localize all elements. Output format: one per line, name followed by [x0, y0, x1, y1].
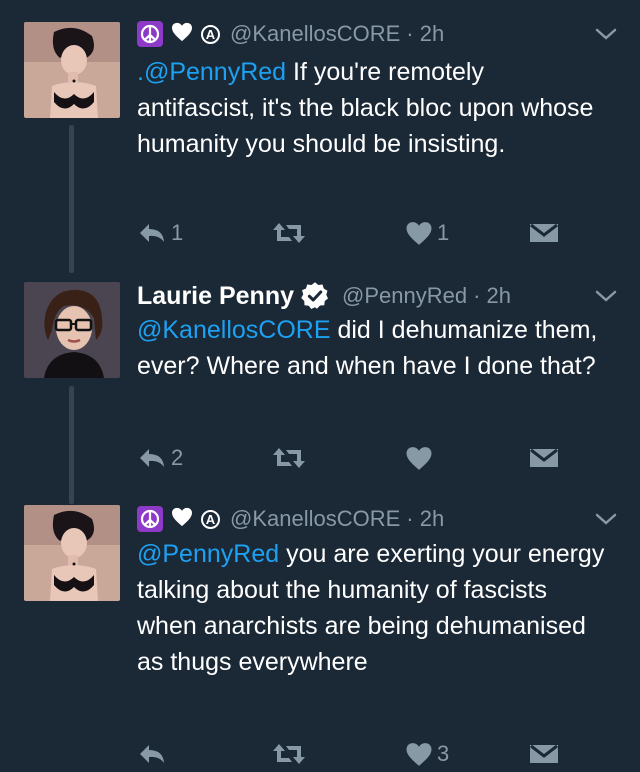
tweet-header: A @KanellosCORE · 2h [137, 502, 444, 536]
anarchy-symbol-icon: A [201, 24, 220, 44]
like-count: 1 [437, 220, 450, 245]
avatar-image [24, 22, 120, 118]
display-name[interactable]: Laurie Penny [137, 282, 294, 311]
tweet-text: .@PennyRed If you're remotely antifascis… [137, 54, 607, 162]
retweet-icon [273, 448, 305, 468]
tweet-time: · 2h [406, 21, 445, 46]
tweet-handle[interactable]: @KanellosCORE [230, 21, 400, 47]
tweet-text: @KanellosCORE did I dehumanize them, eve… [137, 312, 607, 384]
heart-icon [171, 22, 193, 47]
tweet-actions: 2 [137, 440, 587, 476]
tweet-mention[interactable]: .@PennyRed [137, 58, 286, 86]
avatar-image [24, 505, 120, 601]
verified-badge-icon [300, 281, 330, 311]
tweet-text: @PennyRed you are exerting your energy t… [137, 536, 607, 680]
like-icon [406, 446, 432, 470]
tweet-header: A @KanellosCORE · 2h [137, 17, 444, 51]
direct-message-button[interactable] [529, 215, 559, 251]
like-icon [406, 221, 432, 245]
reply-count: 1 [171, 220, 184, 245]
retweet-button[interactable] [272, 736, 310, 772]
avatar-kanelloscore[interactable] [24, 505, 120, 601]
like-button[interactable]: 1 [405, 215, 449, 251]
retweet-button[interactable] [272, 440, 310, 476]
tweet-time: · 2h [473, 283, 511, 308]
chevron-down-icon[interactable] [594, 511, 618, 532]
peace-symbol-icon [137, 506, 163, 532]
direct-message-button[interactable] [529, 736, 559, 772]
tweet-mention[interactable]: @PennyRed [137, 540, 279, 568]
reply-icon [140, 449, 164, 467]
retweet-icon [273, 744, 305, 764]
reply-button[interactable]: 2 [137, 440, 183, 476]
reply-button[interactable] [137, 736, 171, 772]
tweet-handle[interactable]: @KanellosCORE [230, 506, 400, 532]
retweet-button[interactable] [272, 215, 310, 251]
tweet-handle[interactable]: @PennyRed [342, 283, 467, 309]
reply-icon [140, 745, 164, 763]
direct-message-icon [530, 223, 558, 242]
like-count: 3 [437, 741, 450, 766]
reply-icon [140, 224, 164, 242]
direct-message-button[interactable] [529, 440, 559, 476]
tweet-time: · 2h [406, 506, 445, 531]
direct-message-icon [530, 448, 558, 467]
avatar-kanelloscore[interactable] [24, 22, 120, 118]
avatar-pennyred[interactable] [24, 282, 120, 378]
tweet-actions: 1 1 [137, 215, 587, 251]
like-button[interactable]: 3 [405, 736, 449, 772]
tweet-actions: 3 [137, 736, 587, 772]
chevron-down-icon[interactable] [594, 288, 618, 309]
heart-icon [171, 507, 193, 532]
peace-symbol-icon [137, 21, 163, 47]
direct-message-icon [530, 744, 558, 763]
reply-count: 2 [171, 445, 184, 470]
like-icon [406, 742, 432, 766]
chevron-down-icon[interactable] [594, 26, 618, 47]
like-button[interactable] [405, 440, 437, 476]
tweet-mention[interactable]: @KanellosCORE [137, 316, 331, 344]
thread-line [69, 386, 74, 504]
thread-line [69, 125, 74, 273]
anarchy-symbol-icon: A [201, 509, 220, 529]
avatar-image [24, 282, 120, 378]
tweet-header: Laurie Penny @PennyRed · 2h [137, 279, 511, 313]
reply-button[interactable]: 1 [137, 215, 183, 251]
retweet-icon [273, 223, 305, 243]
